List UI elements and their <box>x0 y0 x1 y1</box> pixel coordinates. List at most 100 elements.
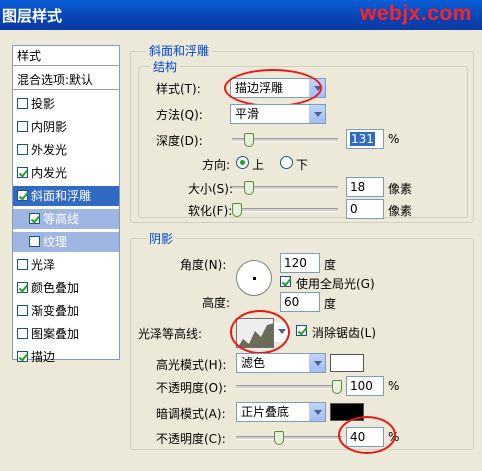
depth-value: 131 <box>350 132 375 146</box>
watermark: webjx.com <box>360 2 472 25</box>
altitude-input[interactable]: 60 <box>280 292 320 312</box>
style-item-checkbox[interactable] <box>17 282 28 293</box>
technique-value: 平滑 <box>235 107 260 121</box>
highlight-mode-select[interactable]: 滤色 <box>236 353 326 373</box>
global-light-label: 使用全局光(G) <box>296 277 375 291</box>
size-slider-thumb[interactable] <box>244 181 254 195</box>
structure-title: 结构 <box>150 58 181 75</box>
style-item[interactable]: 光泽 <box>13 255 119 275</box>
style-item-label: 渐变叠加 <box>31 304 80 318</box>
style-item-checkbox[interactable] <box>29 213 40 224</box>
style-item[interactable]: 内发光 <box>13 163 119 183</box>
style-item[interactable]: 内阴影 <box>13 117 119 137</box>
style-item-checkbox[interactable] <box>17 98 28 109</box>
highlight-opacity-value: 100 <box>350 379 373 393</box>
technique-label: 方法(Q): <box>156 108 203 122</box>
shadow-mode-select[interactable]: 正片叠底 <box>236 402 326 422</box>
angle-value: 120 <box>284 256 307 270</box>
style-item-checkbox[interactable] <box>29 236 40 247</box>
highlight-mode-label: 高光模式(H): <box>156 358 227 372</box>
style-item-label: 内发光 <box>31 166 68 180</box>
style-item[interactable]: 颜色叠加 <box>13 278 119 298</box>
style-list: 样式 混合选项:默认 投影内阴影外发光内发光斜面和浮雕等高线纹理光泽颜色叠加渐变… <box>12 45 120 364</box>
soften-slider[interactable] <box>232 203 338 217</box>
shadow-opacity-thumb[interactable] <box>274 431 284 445</box>
style-item-checkbox[interactable] <box>17 259 28 270</box>
settings-panel: 斜面和浮雕 结构 样式(T): 描边浮雕 方法(Q): 平滑 深度(D): 13… <box>126 42 476 459</box>
shadow-opacity-label: 不透明度(C): <box>156 432 226 446</box>
direction-down-radio[interactable] <box>280 156 293 169</box>
angle-dial[interactable] <box>236 260 272 296</box>
bevel-group-title: 斜面和浮雕 <box>146 42 213 59</box>
style-item[interactable]: 纹理 <box>13 232 119 252</box>
style-item-checkbox[interactable] <box>17 328 28 339</box>
soften-unit: 像素 <box>388 204 413 218</box>
style-item-checkbox[interactable] <box>17 121 28 132</box>
style-label: 样式(T): <box>156 82 201 96</box>
style-item-label: 纹理 <box>43 235 68 249</box>
technique-select[interactable]: 平滑 <box>230 104 326 124</box>
size-label: 大小(S): <box>188 182 234 196</box>
style-item[interactable]: 描边 <box>13 347 119 367</box>
chevron-down-icon[interactable] <box>309 354 325 372</box>
size-slider[interactable] <box>232 181 338 195</box>
highlight-opacity-thumb[interactable] <box>332 380 342 394</box>
style-item[interactable]: 斜面和浮雕 <box>13 186 119 206</box>
highlight-color-swatch[interactable] <box>330 354 364 372</box>
soften-input[interactable]: 0 <box>346 199 384 219</box>
depth-label: 深度(D): <box>156 134 203 148</box>
size-input[interactable]: 18 <box>346 177 384 197</box>
altitude-label: 高度: <box>202 296 231 310</box>
title-bar[interactable]: 图层样式 webjx.com <box>0 0 482 30</box>
soften-slider-thumb[interactable] <box>232 203 242 217</box>
style-item-checkbox[interactable] <box>17 305 28 316</box>
style-item-checkbox[interactable] <box>17 167 28 178</box>
direction-label: 方向: <box>202 158 231 172</box>
style-item-label: 光泽 <box>31 258 56 272</box>
direction-up-radio[interactable] <box>236 156 249 169</box>
style-item-label: 颜色叠加 <box>31 281 80 295</box>
style-item[interactable]: 投影 <box>13 94 119 114</box>
antialias-checkbox[interactable] <box>296 325 307 336</box>
style-item-label: 等高线 <box>43 212 80 226</box>
window-title: 图层样式 <box>2 7 63 25</box>
highlight-opacity-slider[interactable] <box>236 380 342 394</box>
style-item-label: 内阴影 <box>31 120 68 134</box>
depth-input[interactable]: 131 <box>346 129 384 149</box>
altitude-value: 60 <box>284 295 300 309</box>
style-item-label: 描边 <box>31 350 56 364</box>
style-item-checkbox[interactable] <box>17 190 28 201</box>
gloss-contour-label: 光泽等高线: <box>138 327 203 341</box>
chevron-down-icon[interactable] <box>309 105 325 123</box>
angle-label: 角度(N): <box>180 258 227 272</box>
soften-label: 软化(F): <box>188 204 233 218</box>
style-item[interactable]: 等高线 <box>13 209 119 229</box>
depth-slider-thumb[interactable] <box>244 133 254 147</box>
angle-dial-dot <box>253 277 256 280</box>
depth-unit: % <box>388 132 400 146</box>
style-list-header[interactable]: 样式 <box>13 46 119 66</box>
highlight-circle <box>338 416 396 454</box>
style-item-label: 图案叠加 <box>31 327 80 341</box>
shadow-opacity-slider[interactable] <box>236 431 342 445</box>
altitude-unit: 度 <box>324 297 337 311</box>
chevron-down-icon[interactable] <box>309 403 325 421</box>
style-item-checkbox[interactable] <box>17 351 28 362</box>
antialias-label: 消除锯齿(L) <box>312 326 377 340</box>
angle-input[interactable]: 120 <box>280 253 320 273</box>
size-value: 18 <box>350 180 366 194</box>
shadow-mode-value: 正片叠底 <box>241 405 290 419</box>
size-unit: 像素 <box>388 182 413 196</box>
style-item-checkbox[interactable] <box>17 144 28 155</box>
style-item-label: 斜面和浮雕 <box>31 189 92 203</box>
style-item[interactable]: 图案叠加 <box>13 324 119 344</box>
style-item[interactable]: 外发光 <box>13 140 119 160</box>
blend-options-item[interactable]: 混合选项:默认 <box>13 70 119 90</box>
depth-slider[interactable] <box>232 133 338 147</box>
style-item[interactable]: 渐变叠加 <box>13 301 119 321</box>
highlight-mode-value: 滤色 <box>241 356 266 370</box>
direction-up-label: 上 <box>252 158 265 172</box>
global-light-checkbox[interactable] <box>280 276 291 287</box>
highlight-opacity-input[interactable]: 100 <box>346 376 384 396</box>
shading-title: 阴影 <box>146 230 177 247</box>
